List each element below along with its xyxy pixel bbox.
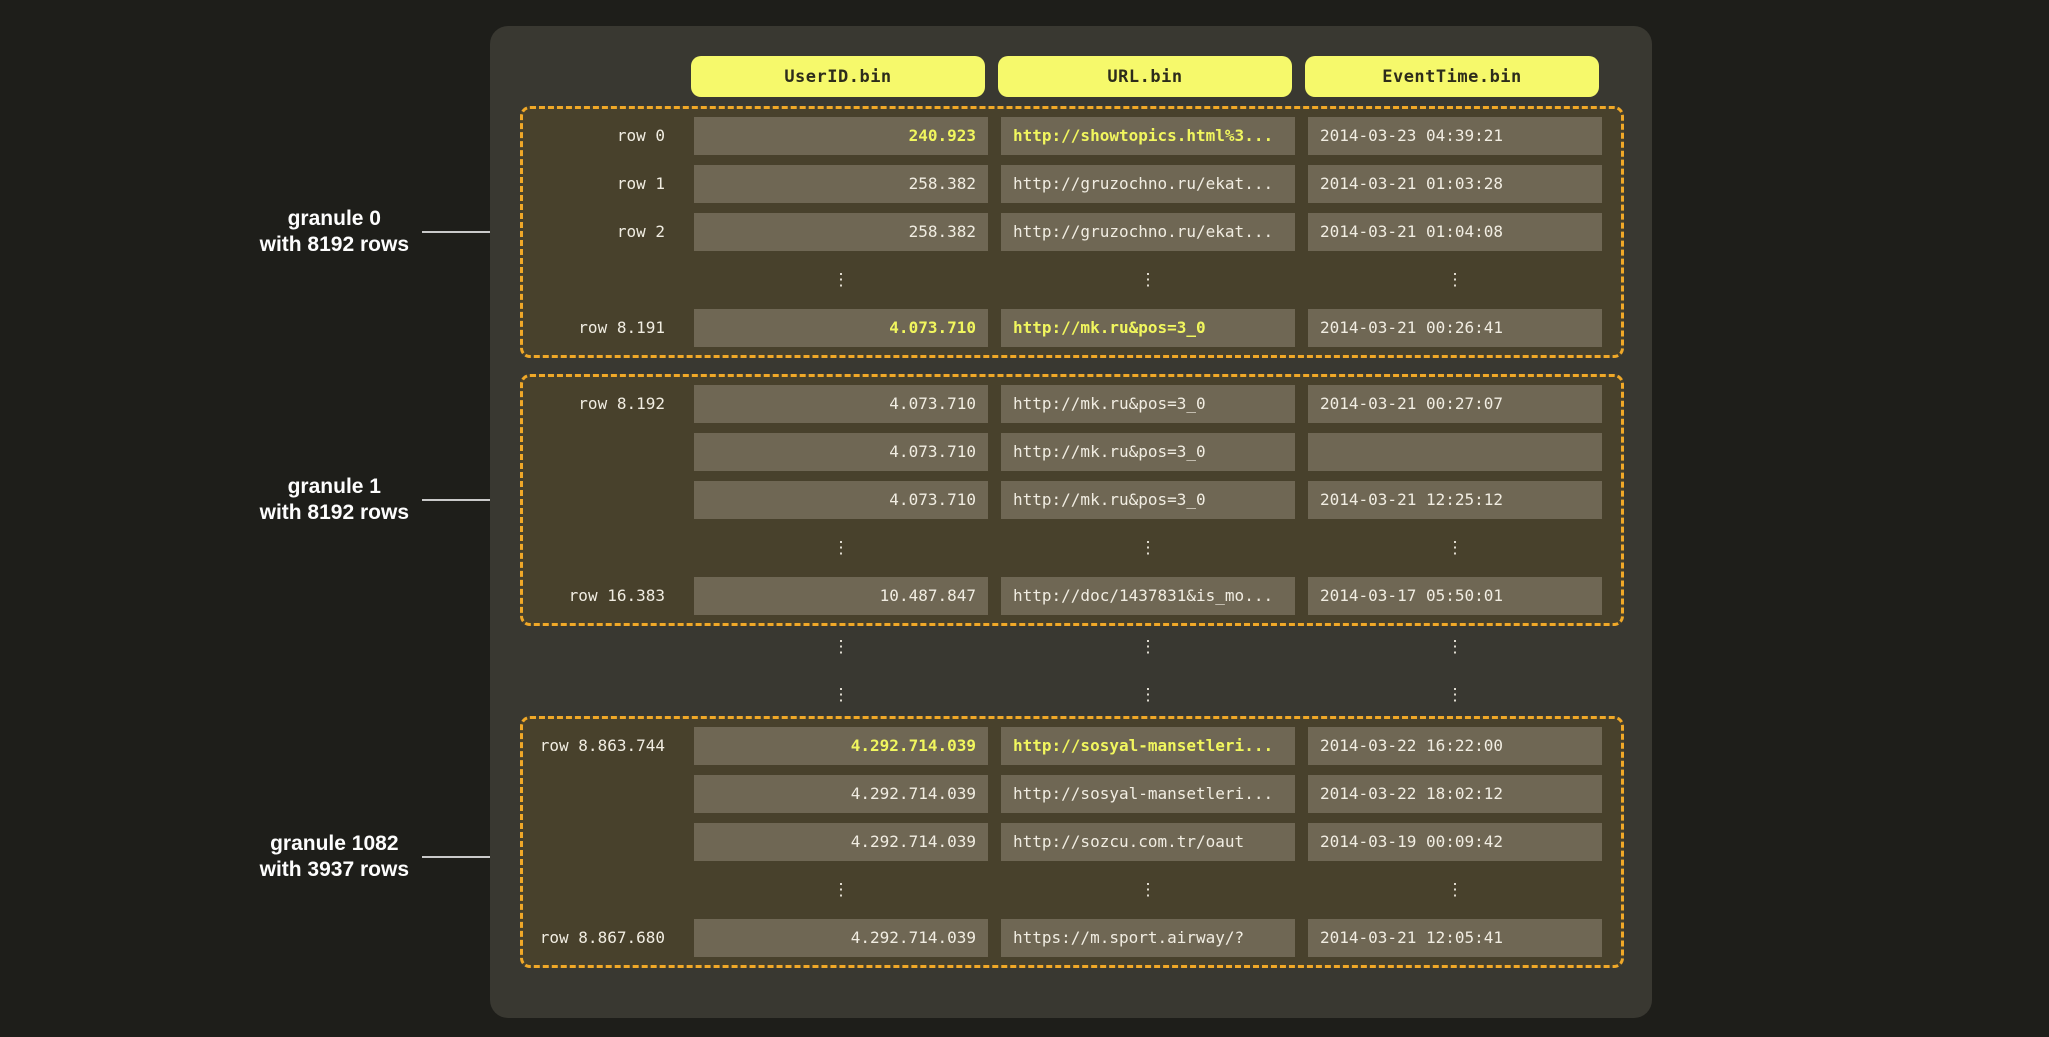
ellipsis-vertical-icon: ⋮ xyxy=(1001,261,1295,299)
cell-eventtime: 2014-03-21 12:25:12 xyxy=(1308,481,1602,519)
cell-userid: 4.292.714.039 xyxy=(694,727,988,765)
cell-userid: 4.073.710 xyxy=(694,433,988,471)
cell-eventtime: 2014-03-21 00:26:41 xyxy=(1308,309,1602,347)
granule-1082-label: granule 1082 with 3937 rows xyxy=(260,831,508,883)
granule-label-line2: with 8192 rows xyxy=(260,232,409,258)
cell-url: http://gruzochno.ru/ekat... xyxy=(1001,165,1295,203)
granule-1082-label-text: granule 1082 with 3937 rows xyxy=(260,831,409,883)
granule-label-line1: granule 1 xyxy=(260,474,409,500)
cell-userid: 4.292.714.039 xyxy=(694,919,988,957)
ellipsis-vertical-icon: ⋮ xyxy=(1308,676,1602,714)
cell-eventtime: 2014-03-23 04:39:21 xyxy=(1308,117,1602,155)
granules-diagram: granule 0 with 8192 rows granule 1 with … xyxy=(0,0,2049,1037)
cell-eventtime: 2014-03-17 05:50:01 xyxy=(1308,577,1602,615)
cell-eventtime: 2014-03-21 00:27:07 xyxy=(1308,385,1602,423)
granule-0-label: granule 0 with 8192 rows xyxy=(260,206,508,258)
column-header-row: UserID.bin URL.bin EventTime.bin xyxy=(520,56,1624,97)
column-header-url: URL.bin xyxy=(998,56,1292,97)
cell-url: http://sosyal-mansetleri... xyxy=(1001,775,1295,813)
cell-userid: 258.382 xyxy=(694,213,988,251)
granule-label-line2: with 3937 rows xyxy=(260,857,409,883)
ellipsis-vertical-icon: ⋮ xyxy=(694,529,988,567)
cell-userid: 4.292.714.039 xyxy=(694,823,988,861)
omitted-granules-separator: ⋮ ⋮ ⋮ ⋮ ⋮ ⋮ xyxy=(520,626,1624,716)
row-label: row 8.191 xyxy=(523,309,681,347)
header-spacer xyxy=(520,56,678,97)
ellipsis-vertical-icon: ⋮ xyxy=(1308,529,1602,567)
row-label: row 8.863.744 xyxy=(523,727,681,765)
cell-url: http://mk.ru&pos=3_0 xyxy=(1001,385,1295,423)
ellipsis-vertical-icon: ⋮ xyxy=(1308,261,1602,299)
column-header-userid: UserID.bin xyxy=(691,56,985,97)
granule-1-box: row 8.192 4.073.710 http://mk.ru&pos=3_0… xyxy=(520,374,1624,626)
row-label: row 0 xyxy=(523,117,681,155)
cell-url: http://sozcu.com.tr/oaut xyxy=(1001,823,1295,861)
cell-userid: 10.487.847 xyxy=(694,577,988,615)
cell-url: http://showtopics.html%3... xyxy=(1001,117,1295,155)
granule-1082-box: row 8.863.744 4.292.714.039 http://sosya… xyxy=(520,716,1624,968)
row-label xyxy=(523,529,681,567)
cell-url: http://mk.ru&pos=3_0 xyxy=(1001,481,1295,519)
ellipsis-vertical-icon: ⋮ xyxy=(1308,871,1602,909)
row-label xyxy=(523,433,681,471)
cell-url: http://doc/1437831&is_mo... xyxy=(1001,577,1295,615)
cell-eventtime: 2014-03-21 01:04:08 xyxy=(1308,213,1602,251)
cell-url: https://m.sport.airway/? xyxy=(1001,919,1295,957)
cell-url: http://mk.ru&pos=3_0 xyxy=(1001,309,1295,347)
row-label xyxy=(523,775,681,813)
table-panel: UserID.bin URL.bin EventTime.bin row 0 2… xyxy=(490,26,1652,1018)
cell-userid: 240.923 xyxy=(694,117,988,155)
ellipsis-vertical-icon: ⋮ xyxy=(1001,676,1295,714)
granule-0-box: row 0 240.923 http://showtopics.html%3..… xyxy=(520,106,1624,358)
cell-url: http://sosyal-mansetleri... xyxy=(1001,727,1295,765)
row-label: row 8.867.680 xyxy=(523,919,681,957)
ellipsis-vertical-icon: ⋮ xyxy=(1001,871,1295,909)
cell-userid: 258.382 xyxy=(694,165,988,203)
granule-1-label: granule 1 with 8192 rows xyxy=(260,474,508,526)
cell-url: http://gruzochno.ru/ekat... xyxy=(1001,213,1295,251)
ellipsis-vertical-icon: ⋮ xyxy=(1308,628,1602,666)
ellipsis-vertical-icon: ⋮ xyxy=(694,871,988,909)
row-label xyxy=(523,261,681,299)
cell-userid: 4.073.710 xyxy=(694,481,988,519)
row-label xyxy=(523,481,681,519)
ellipsis-vertical-icon: ⋮ xyxy=(694,676,988,714)
granule-label-line1: granule 1082 xyxy=(260,831,409,857)
row-label: row 2 xyxy=(523,213,681,251)
row-label: row 8.192 xyxy=(523,385,681,423)
granule-label-line1: granule 0 xyxy=(260,206,409,232)
granule-0-label-text: granule 0 with 8192 rows xyxy=(260,206,409,258)
cell-eventtime: 2014-03-22 16:22:00 xyxy=(1308,727,1602,765)
cell-userid: 4.073.710 xyxy=(694,309,988,347)
row-label xyxy=(523,871,681,909)
ellipsis-vertical-icon: ⋮ xyxy=(1001,628,1295,666)
ellipsis-vertical-icon: ⋮ xyxy=(694,261,988,299)
column-header-eventtime: EventTime.bin xyxy=(1305,56,1599,97)
cell-eventtime: 2014-03-21 12:05:41 xyxy=(1308,919,1602,957)
ellipsis-vertical-icon: ⋮ xyxy=(694,628,988,666)
cell-eventtime: 2014-03-19 00:09:42 xyxy=(1308,823,1602,861)
cell-userid: 4.073.710 xyxy=(694,385,988,423)
ellipsis-vertical-icon: ⋮ xyxy=(1001,529,1295,567)
row-label: row 1 xyxy=(523,165,681,203)
cell-url: http://mk.ru&pos=3_0 xyxy=(1001,433,1295,471)
cell-eventtime-empty xyxy=(1308,433,1602,471)
cell-userid: 4.292.714.039 xyxy=(694,775,988,813)
granule-label-line2: with 8192 rows xyxy=(260,500,409,526)
granule-1-label-text: granule 1 with 8192 rows xyxy=(260,474,409,526)
cell-eventtime: 2014-03-22 18:02:12 xyxy=(1308,775,1602,813)
row-label: row 16.383 xyxy=(523,577,681,615)
row-label xyxy=(523,823,681,861)
cell-eventtime: 2014-03-21 01:03:28 xyxy=(1308,165,1602,203)
